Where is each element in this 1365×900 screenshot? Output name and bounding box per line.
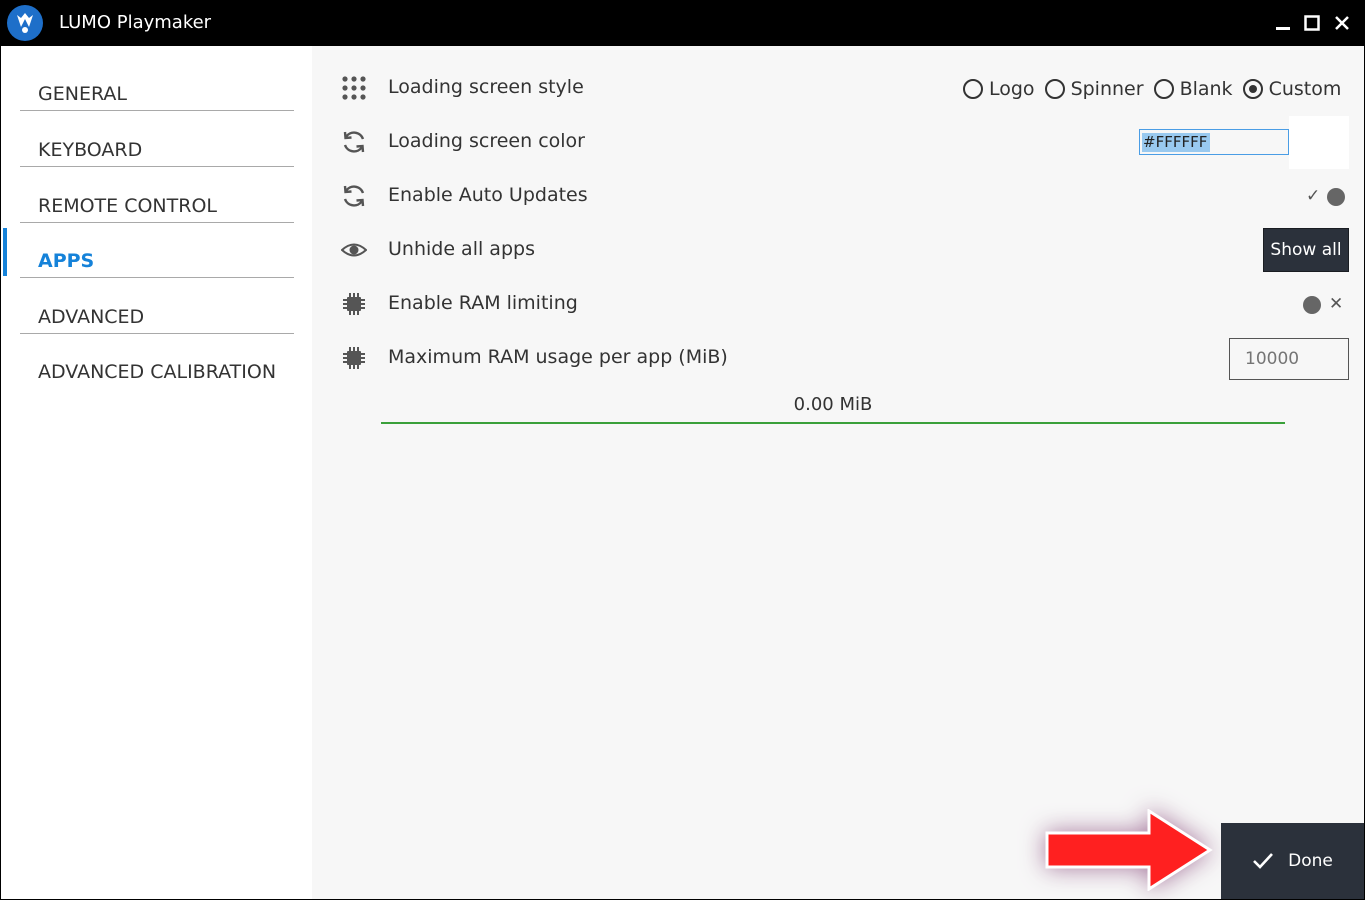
sidebar-item-apps[interactable]: APPS (20, 223, 294, 278)
title-bar: LUMO Playmaker (0, 0, 1365, 46)
grid-dots-icon (340, 74, 368, 102)
radio-blank[interactable]: Blank (1153, 78, 1233, 100)
max-ram-label: Maximum RAM usage per app (MiB) (388, 346, 728, 368)
settings-window: GENERAL KEYBOARD REMOTE CONTROL APPS ADV… (1, 46, 1364, 899)
radio-spinner[interactable]: Spinner (1044, 78, 1144, 100)
eye-icon (340, 236, 368, 264)
radio-circle-checked (1242, 79, 1263, 99)
refresh-icon (340, 128, 368, 156)
x-icon: ✕ (1329, 294, 1344, 314)
close-icon[interactable] (1329, 10, 1355, 36)
radio-circle (1044, 79, 1065, 99)
radio-circle (1153, 79, 1174, 99)
check-icon (1253, 853, 1274, 869)
radio-circle (963, 79, 983, 99)
sidebar-item-remote-control[interactable]: REMOTE CONTROL (20, 168, 294, 223)
sidebar-item-advanced-calibration[interactable]: ADVANCED CALIBRATION (20, 334, 294, 389)
app-logo-icon (7, 5, 43, 41)
window-title: LUMO Playmaker (59, 12, 212, 33)
chip-icon (340, 290, 368, 318)
loading-color-label: Loading screen color (388, 130, 585, 152)
done-button[interactable]: Done (1221, 823, 1364, 899)
radio-logo[interactable]: Logo (963, 78, 1035, 100)
loading-style-label: Loading screen style (388, 76, 584, 98)
auto-updates-toggle[interactable]: ✓ (1306, 186, 1350, 207)
maximize-icon[interactable] (1299, 10, 1325, 36)
toggle-knob (1327, 188, 1345, 206)
ram-usage-bar (381, 422, 1285, 424)
annotation-arrow-icon (1045, 809, 1213, 891)
refresh-icon (340, 182, 368, 210)
loading-color-input[interactable] (1139, 129, 1289, 155)
active-indicator (3, 228, 7, 276)
ram-limiting-label: Enable RAM limiting (388, 292, 578, 314)
sidebar-item-keyboard[interactable]: KEYBOARD (20, 112, 294, 167)
max-ram-input[interactable] (1229, 338, 1349, 380)
color-swatch[interactable] (1289, 116, 1349, 169)
auto-updates-label: Enable Auto Updates (388, 184, 588, 206)
minimize-icon[interactable] (1270, 10, 1296, 36)
sidebar-item-advanced[interactable]: ADVANCED (20, 279, 294, 334)
ram-limiting-toggle[interactable]: ✕ (1303, 294, 1347, 315)
check-icon: ✓ (1306, 186, 1321, 206)
toggle-knob (1303, 296, 1321, 314)
radio-custom[interactable]: Custom (1242, 78, 1341, 100)
unhide-apps-label: Unhide all apps (388, 238, 535, 260)
sidebar-item-general[interactable]: GENERAL (20, 56, 294, 111)
ram-usage-value: 0.00 MiB (793, 394, 873, 415)
sidebar: GENERAL KEYBOARD REMOTE CONTROL APPS ADV… (1, 46, 312, 899)
show-all-button[interactable]: Show all (1263, 228, 1349, 272)
loading-style-radio-group: Logo Spinner Blank Custom (963, 76, 1351, 102)
chip-icon (340, 344, 368, 372)
